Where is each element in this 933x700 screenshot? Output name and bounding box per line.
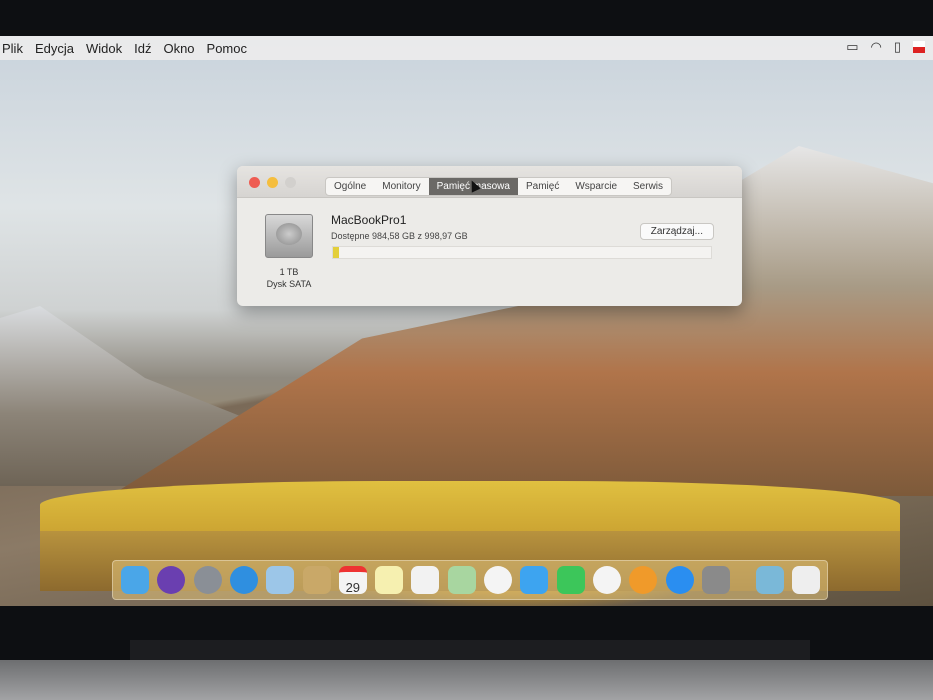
manage-button[interactable]: Zarządzaj... bbox=[639, 223, 714, 240]
menu-widok[interactable]: Widok bbox=[86, 41, 122, 56]
app-store-icon[interactable] bbox=[665, 566, 694, 594]
tab-monitory[interactable]: Monitory bbox=[374, 178, 428, 195]
siri-icon[interactable] bbox=[157, 566, 186, 594]
maps-icon[interactable] bbox=[447, 566, 476, 594]
about-this-mac-window: Ogólne Monitory Pamięć masowa Pamięć Wsp… bbox=[237, 166, 742, 306]
calendar-icon[interactable]: 29 bbox=[338, 566, 367, 595]
downloads-icon[interactable] bbox=[756, 566, 784, 594]
hard-drive-icon bbox=[265, 214, 313, 258]
desktop: Plik Edycja Widok Idź Okno Pomoc ▭ ◠ ▯ O… bbox=[0, 36, 933, 606]
title-bar: Ogólne Monitory Pamięć masowa Pamięć Wsp… bbox=[237, 166, 742, 198]
dock: 29 bbox=[112, 560, 828, 600]
tab-serwis[interactable]: Serwis bbox=[625, 178, 671, 195]
battery-icon[interactable]: ▯ bbox=[894, 39, 901, 55]
messages-icon[interactable] bbox=[520, 566, 549, 594]
menu-bar: Plik Edycja Widok Idź Okno Pomoc ▭ ◠ ▯ bbox=[0, 36, 933, 60]
menu-okno[interactable]: Okno bbox=[163, 41, 194, 56]
disk-caption: 1 TB Dysk SATA bbox=[255, 266, 323, 290]
notes-folder-icon[interactable] bbox=[302, 566, 331, 594]
storage-used-fill bbox=[333, 247, 339, 258]
disk-type: Dysk SATA bbox=[266, 279, 312, 289]
disk-capacity: 1 TB bbox=[279, 267, 299, 277]
tab-wsparcie[interactable]: Wsparcie bbox=[567, 178, 625, 195]
zoom-button[interactable] bbox=[285, 177, 296, 188]
wifi-icon[interactable]: ◠ bbox=[871, 39, 882, 55]
mail-icon[interactable] bbox=[266, 566, 295, 594]
minimize-button[interactable] bbox=[267, 177, 278, 188]
tab-bar: Ogólne Monitory Pamięć masowa Pamięć Wsp… bbox=[325, 177, 673, 196]
menu-pomoc[interactable]: Pomoc bbox=[207, 41, 247, 56]
tab-ogolne[interactable]: Ogólne bbox=[326, 178, 374, 195]
launchpad-icon[interactable] bbox=[193, 566, 222, 594]
photos-icon[interactable] bbox=[484, 566, 512, 594]
laptop-body bbox=[0, 660, 933, 700]
tab-pamiec[interactable]: Pamięć bbox=[518, 178, 567, 195]
disk-name: MacBookPro1 bbox=[331, 213, 407, 227]
disk-available: Dostępne 984,58 GB z 998,97 GB bbox=[331, 231, 468, 241]
notes-icon[interactable] bbox=[375, 566, 404, 594]
menu-idz[interactable]: Idź bbox=[134, 41, 151, 56]
menu-plik[interactable]: Plik bbox=[2, 41, 23, 56]
reminders-icon[interactable] bbox=[411, 566, 440, 594]
trash-icon[interactable] bbox=[792, 566, 820, 594]
storage-bar bbox=[332, 246, 712, 259]
itunes-icon[interactable] bbox=[592, 566, 621, 594]
flag-icon[interactable] bbox=[913, 41, 925, 53]
system-preferences-icon[interactable] bbox=[701, 566, 730, 594]
storage-panel: 1 TB Dysk SATA MacBookPro1 Dostępne 984,… bbox=[237, 198, 742, 306]
safari-icon[interactable] bbox=[229, 566, 258, 594]
facetime-icon[interactable] bbox=[556, 566, 585, 594]
menu-edycja[interactable]: Edycja bbox=[35, 41, 74, 56]
airplay-icon[interactable]: ▭ bbox=[846, 39, 858, 55]
ibooks-icon[interactable] bbox=[629, 566, 658, 594]
finder-icon[interactable] bbox=[121, 566, 149, 594]
close-button[interactable] bbox=[249, 177, 260, 188]
